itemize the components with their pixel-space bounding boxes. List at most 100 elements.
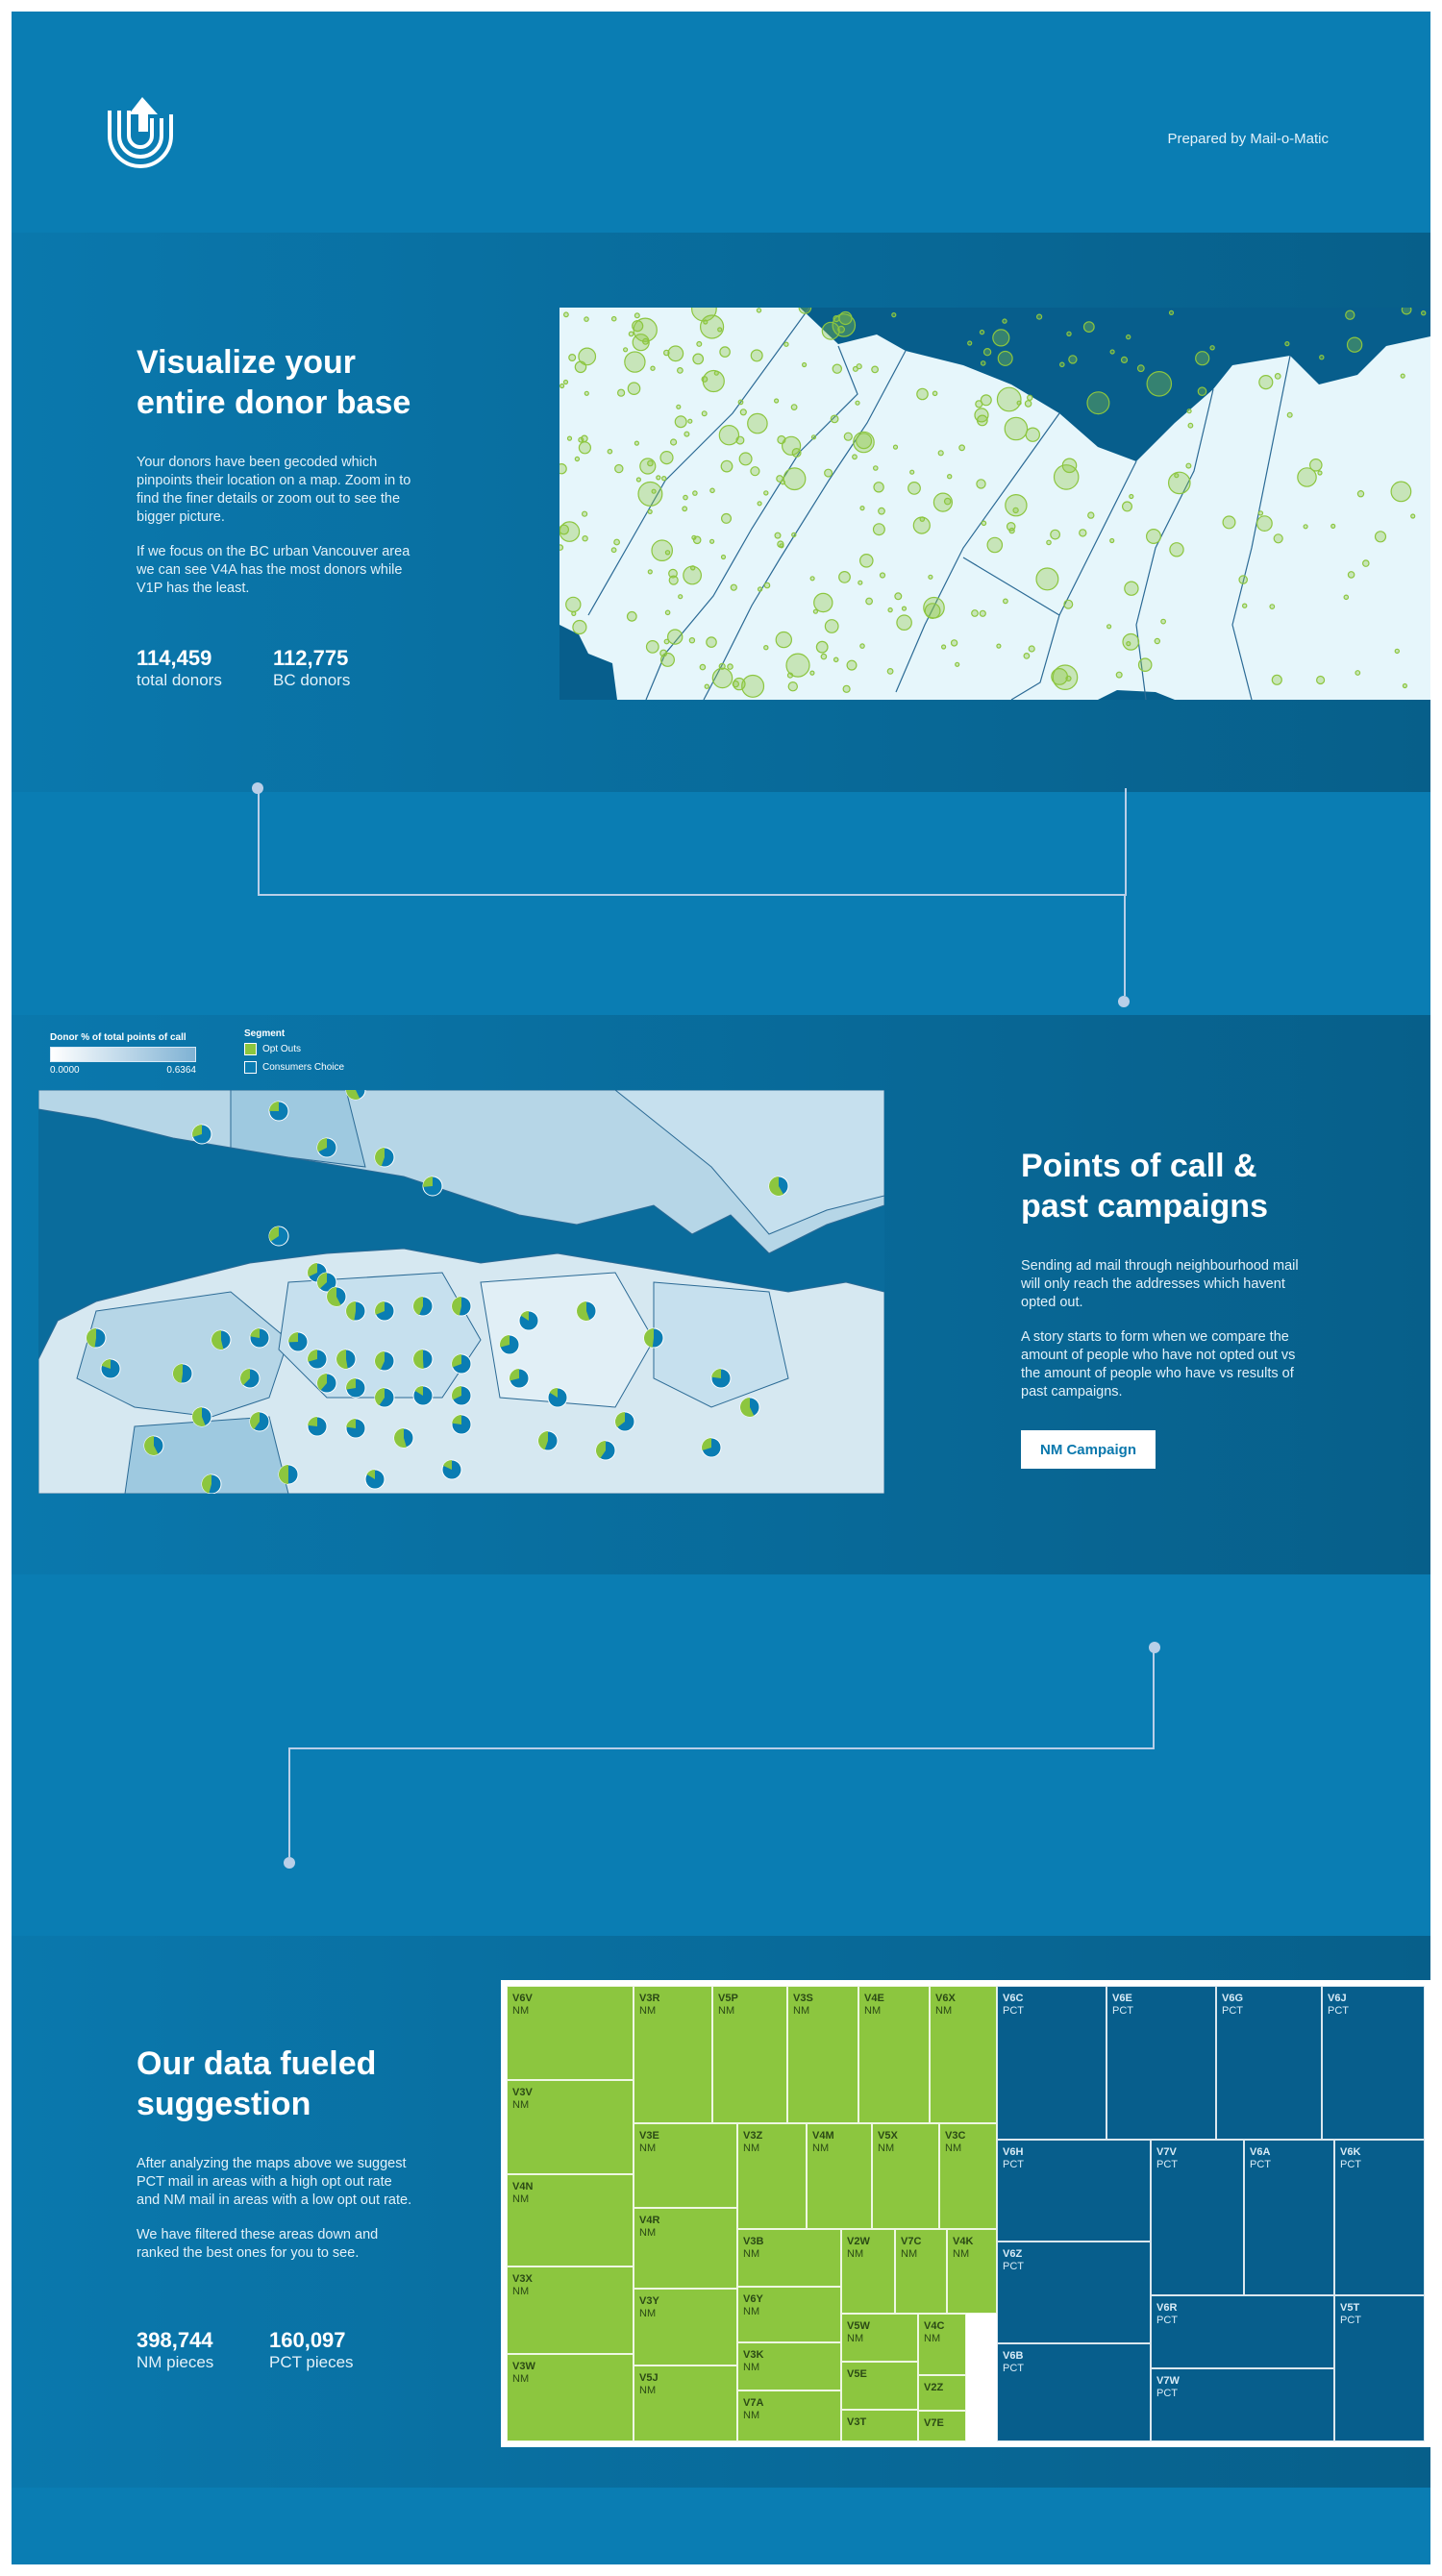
stat-pct-pieces-value: 160,097: [269, 2328, 346, 2352]
donor-bubble: [907, 481, 921, 495]
treemap-cell-v6a[interactable]: V6A PCT: [1244, 2140, 1334, 2295]
donor-bubble: [859, 643, 865, 649]
pie-marker: [86, 1327, 107, 1349]
treemap-cell-v6g[interactable]: V6G PCT: [1216, 1986, 1322, 2140]
donor-bubble: [824, 468, 833, 478]
treemap-cell-v4m[interactable]: V4M NM: [807, 2123, 872, 2229]
treemap-cell-v6y[interactable]: V6Y NM: [737, 2287, 841, 2342]
treemap-cell-code: V4R: [639, 2215, 660, 2226]
treemap-cell-type: NM: [639, 2005, 657, 2017]
donor-bubble: [1051, 668, 1068, 685]
treemap-cell-v2z[interactable]: V2Z: [918, 2375, 966, 2411]
donor-bubble: [1317, 470, 1323, 476]
donor-bubble: [1063, 599, 1074, 609]
treemap-cell-v4r[interactable]: V4R NM: [634, 2208, 737, 2289]
donor-bubble: [668, 568, 678, 579]
treemap-cell-v6z[interactable]: V6Z PCT: [997, 2242, 1151, 2343]
treemap-cell-type: NM: [743, 2248, 760, 2260]
segment-legend: Segment Opt Outs Consumers Choice: [244, 1028, 344, 1074]
nm-campaign-button[interactable]: NM Campaign: [1021, 1430, 1156, 1469]
treemap-cell-code: V5E: [847, 2368, 867, 2380]
treemap-cell-v6v[interactable]: V6V NM: [507, 1986, 634, 2080]
donor-bubble: [1126, 641, 1131, 647]
donor-bubble: [1330, 523, 1336, 529]
treemap-cell-code: V5P: [718, 1993, 738, 2004]
treemap-cell-v3c[interactable]: V3C NM: [939, 2123, 997, 2229]
treemap-cell-v7a[interactable]: V7A NM: [737, 2390, 841, 2441]
donor-bubble: [1185, 462, 1192, 469]
treemap-cell-v3w[interactable]: V3W NM: [507, 2354, 634, 2441]
connector1-line: [258, 788, 1127, 896]
treemap-cell-v6k[interactable]: V6K PCT: [1334, 2140, 1425, 2295]
donor-bubble: [566, 435, 573, 441]
donor-bubble: [666, 629, 684, 645]
treemap-cell-v6j[interactable]: V6J PCT: [1322, 1986, 1425, 2140]
treemap-cell-v5j[interactable]: V5J NM: [634, 2365, 737, 2441]
treemap-cell-v3r[interactable]: V3R NM: [634, 1986, 712, 2123]
treemap-cell-v3x[interactable]: V3X NM: [507, 2266, 634, 2354]
pie-marker: [143, 1435, 164, 1456]
donor-bubble: [664, 609, 671, 616]
treemap-cell-type: NM: [639, 2385, 657, 2396]
treemap-cell-v5p[interactable]: V5P NM: [712, 1986, 787, 2123]
treemap-cell-v7w[interactable]: V7W PCT: [1151, 2368, 1334, 2441]
section3-title-line2: suggestion: [137, 2086, 311, 2122]
treemap-cell-v4e[interactable]: V4E NM: [858, 1986, 930, 2123]
pie-marker: [374, 1147, 395, 1168]
treemap-cell-code: V5T: [1340, 2302, 1360, 2314]
donor-bubble: [756, 308, 762, 313]
treemap-cell-v3v[interactable]: V3V NM: [507, 2080, 634, 2174]
treemap-cell-type: NM: [512, 2005, 530, 2017]
points-of-call-map[interactable]: [38, 1090, 884, 1494]
treemap-cell-v5t[interactable]: V5T PCT: [1334, 2295, 1425, 2441]
section1-title-line1: Visualize your: [137, 344, 357, 381]
treemap-cell-v6r[interactable]: V6R PCT: [1151, 2295, 1334, 2368]
donor-bubble: [986, 536, 1004, 554]
pie-marker: [345, 1418, 366, 1439]
treemap-cell-v6b[interactable]: V6B PCT: [997, 2343, 1151, 2441]
treemap-cell-v7v[interactable]: V7V PCT: [1151, 2140, 1244, 2295]
donor-bubble: [572, 619, 587, 635]
donor-bubble: [1361, 559, 1370, 567]
treemap-cell-v6x[interactable]: V6X NM: [930, 1986, 997, 2123]
pie-marker: [499, 1334, 520, 1355]
treemap-cell-v3y[interactable]: V3Y NM: [634, 2289, 737, 2365]
donor-bubble: [682, 506, 688, 512]
treemap-cell-code: V3X: [512, 2273, 533, 2285]
treemap-cell-v3k[interactable]: V3K NM: [737, 2342, 841, 2390]
treemap-cell-v3e[interactable]: V3E NM: [634, 2123, 737, 2208]
treemap-cell-v4n[interactable]: V4N NM: [507, 2174, 634, 2266]
treemap-cell-v5e[interactable]: V5E: [841, 2362, 918, 2410]
donor-bubble: [559, 463, 567, 475]
donor-bubble: [1050, 529, 1060, 540]
donor-bubble: [1168, 310, 1175, 316]
donor-bubble: [757, 501, 762, 507]
treemap-cell-type: NM: [743, 2410, 760, 2421]
treemap-cell-v6e[interactable]: V6E PCT: [1106, 1986, 1216, 2140]
treemap-cell-v3b[interactable]: V3B NM: [737, 2229, 841, 2287]
treemap-cell-v3s[interactable]: V3S NM: [787, 1986, 858, 2123]
treemap-cell-v4k[interactable]: V4K NM: [947, 2229, 997, 2314]
donor-bubble: [1027, 394, 1033, 402]
pie-marker: [739, 1397, 760, 1418]
donor-bubble: [663, 638, 670, 645]
treemap-cell-v5w[interactable]: V5W NM: [841, 2314, 918, 2362]
donor-bubble: [720, 459, 733, 473]
treemap-cell-v3t[interactable]: V3T: [841, 2410, 918, 2441]
treemap-cell-v5x[interactable]: V5X NM: [872, 2123, 939, 2229]
treemap-cell-type: PCT: [1250, 2159, 1271, 2170]
treemap-cell-v7e[interactable]: V7E: [918, 2411, 966, 2441]
donor-bubble: [683, 494, 688, 501]
treemap-cell-v6c[interactable]: V6C PCT: [997, 1986, 1106, 2140]
pie-marker: [307, 1416, 328, 1437]
pie-marker: [576, 1300, 597, 1322]
treemap-cell-v4c[interactable]: V4C NM: [918, 2314, 966, 2375]
pie-marker: [595, 1440, 616, 1461]
treemap-cell-v7c[interactable]: V7C NM: [895, 2229, 947, 2314]
donor-map[interactable]: [559, 308, 1430, 700]
pie-marker: [268, 1226, 289, 1247]
donor-bubble: [1028, 645, 1035, 653]
treemap-cell-v6h[interactable]: V6H PCT: [997, 2140, 1151, 2242]
treemap-cell-v2w[interactable]: V2W NM: [841, 2229, 895, 2314]
treemap-cell-v3z[interactable]: V3Z NM: [737, 2123, 807, 2229]
